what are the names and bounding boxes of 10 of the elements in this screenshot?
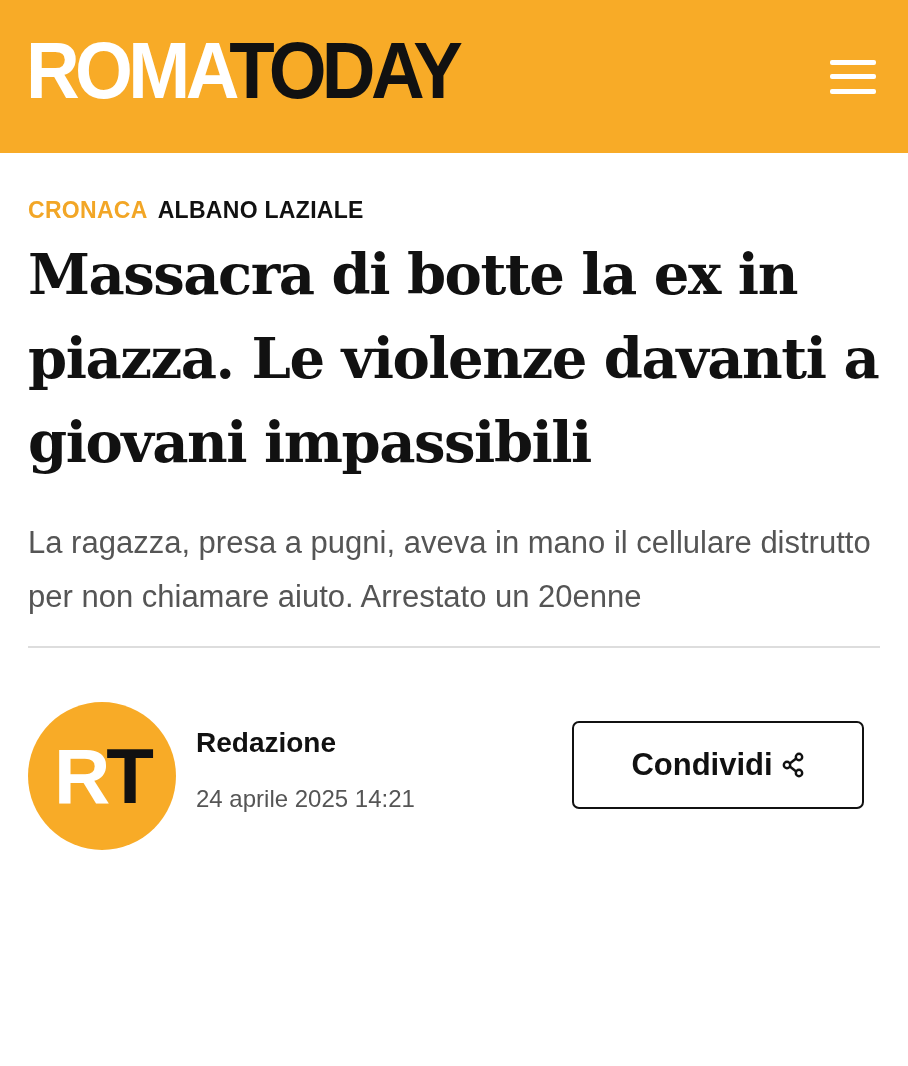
share-button[interactable]: Condividi	[572, 721, 864, 809]
site-logo[interactable]: ROMATODAY	[26, 30, 459, 111]
article-headline: Massacra di botte la ex in piazza. Le violenze davanti a giovani impassibili	[28, 240, 880, 477]
article-summary: La ragazza, presa a pugni, aveva in mano il cellulare distrutto per non chiamare aiuto. Arrestato un 20enne	[28, 524, 872, 616]
author-name[interactable]: Redazione	[196, 727, 415, 759]
author-avatar: RT	[28, 702, 176, 850]
publish-date: 24 aprile 2025 14:21	[196, 785, 415, 813]
category-link[interactable]: ALBANO LAZIALE	[157, 197, 364, 224]
share-icon	[780, 752, 805, 778]
menu-icon[interactable]	[830, 59, 876, 94]
